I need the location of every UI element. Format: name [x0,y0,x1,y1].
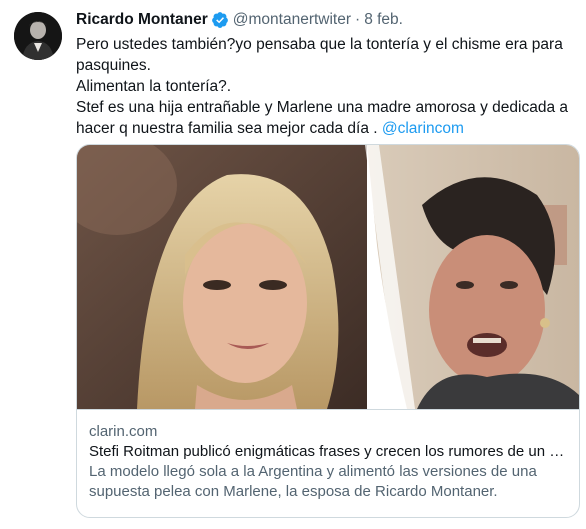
tweet-text-line: hacer q nuestra familia sea mejor cada d… [76,118,580,139]
tweet-text-segment: hacer q nuestra familia sea mejor cada d… [76,120,378,137]
tweet-header: Ricardo Montaner @montanertwiter · 8 feb… [76,8,580,32]
tweet-content: Ricardo Montaner @montanertwiter · 8 feb… [76,8,580,518]
tweet-text-line: pasquines. [76,57,151,74]
card-info: clarin.com Stefi Roitman publicó enigmát… [77,409,579,502]
card-description: La modelo llegó sola a la Argentina y al… [89,462,567,502]
tweet[interactable]: Ricardo Montaner @montanertwiter · 8 feb… [0,0,586,529]
tweet-text-line: Stef es una hija entrañable y Marlene un… [76,99,568,116]
verified-badge-icon [211,11,229,29]
author-handle[interactable]: @montanertwiter [233,11,351,29]
tweet-text-line: Alimentan la tontería?. [76,78,232,95]
tweet-text: Pero ustedes también?yo pensaba que la t… [76,34,580,139]
card-description-line: La modelo llegó sola a la Argentina y al… [89,463,537,480]
separator-dot: · [355,11,361,28]
tweet-date[interactable]: 8 feb. [364,11,403,29]
card-domain: clarin.com [89,423,158,440]
mention-link[interactable]: @clarincom [382,120,464,137]
card-title[interactable]: Stefi Roitman publicó enigmáticas frases… [89,442,567,462]
author-name[interactable]: Ricardo Montaner [76,11,208,29]
tweet-text-line: Pero ustedes también?yo pensaba que la t… [76,36,563,53]
avatar[interactable] [14,12,62,60]
card-image[interactable] [77,145,579,409]
card-description-line: supuesta pelea con Marlene, la esposa de… [89,483,498,500]
link-card[interactable]: clarin.com Stefi Roitman publicó enigmát… [76,144,580,518]
